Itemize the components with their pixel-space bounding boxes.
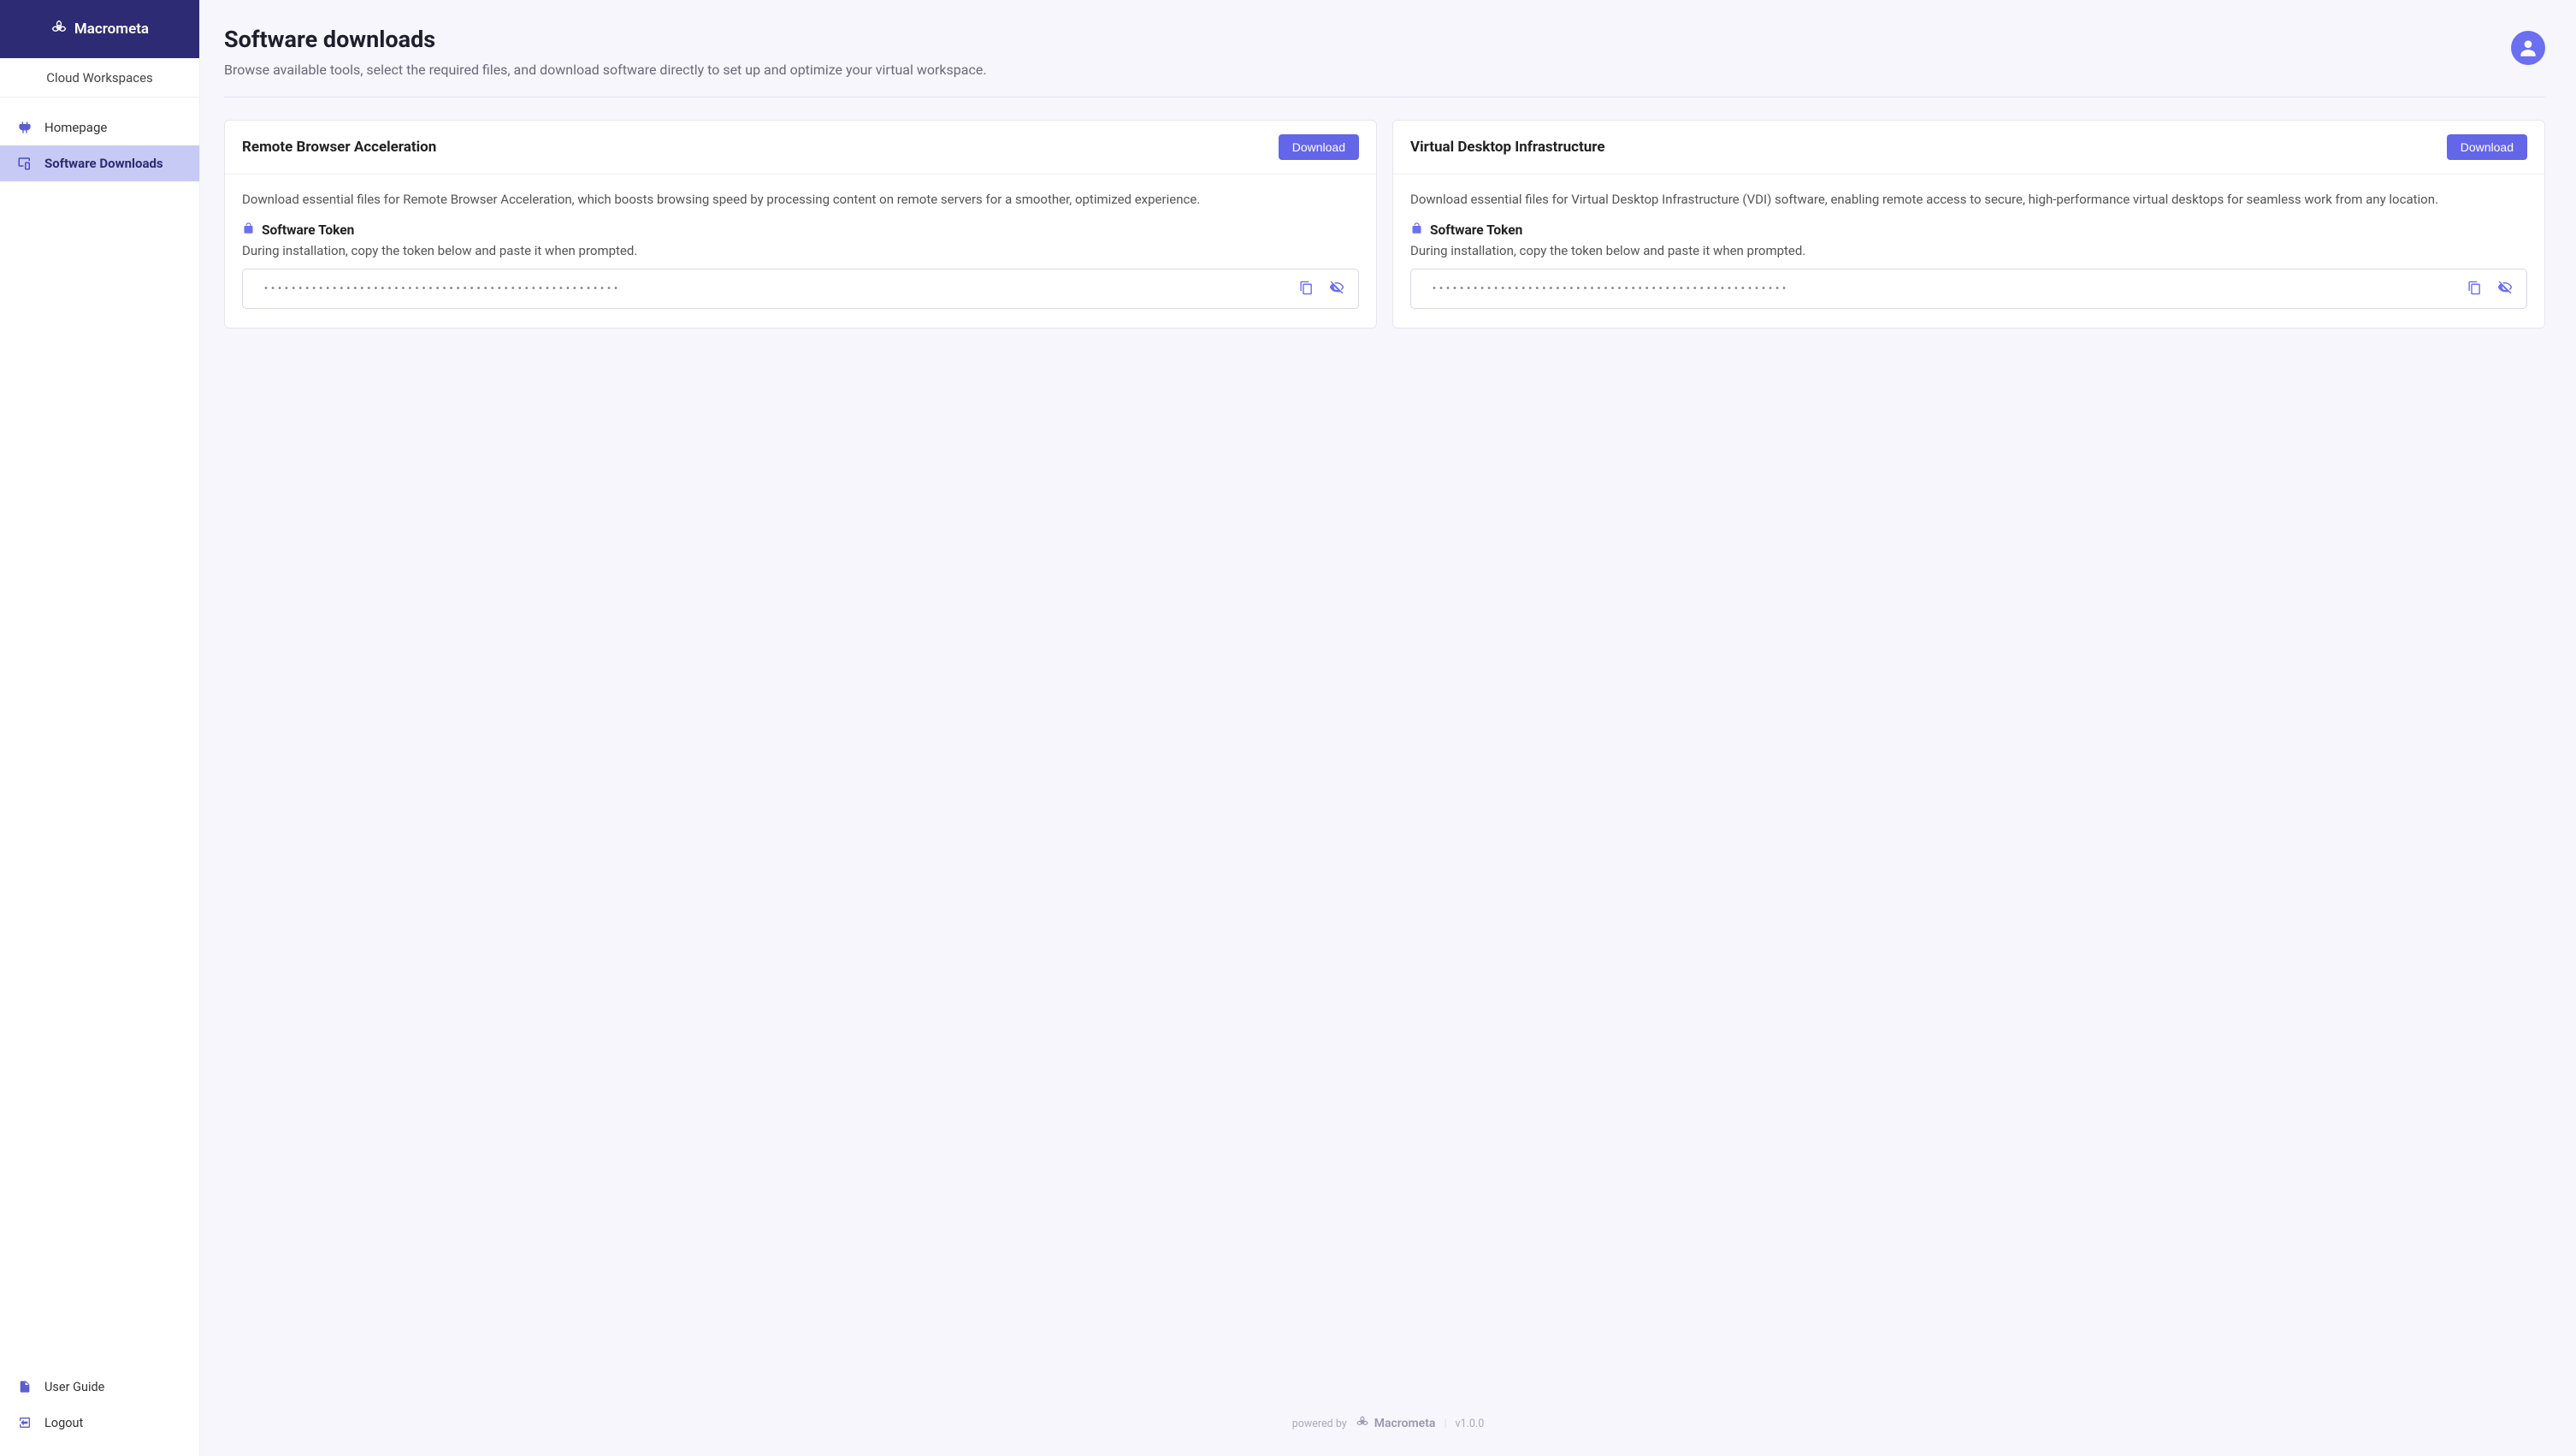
card-body: Download essential files for Virtual Des… <box>1393 175 2544 328</box>
footer-brand-name: Macrometa <box>1374 1417 1436 1430</box>
main-area: Software downloads Browse available tool… <box>200 0 2576 1456</box>
token-heading-text: Software Token <box>1430 222 1522 238</box>
token-heading: Software Token <box>242 222 1359 238</box>
workspace-label: Cloud Workspaces <box>0 58 199 98</box>
token-field: ••••••••••••••••••••••••••••••••••••••••… <box>242 269 1359 309</box>
sidebar-item-label: User Guide <box>44 1380 104 1394</box>
sidebar-item-user-guide[interactable]: User Guide <box>0 1369 199 1405</box>
download-button[interactable]: Download <box>1279 134 1359 160</box>
avatar[interactable] <box>2511 31 2545 65</box>
toggle-visibility-button[interactable] <box>1326 276 1348 301</box>
copy-token-button[interactable] <box>2464 277 2485 301</box>
card-header: Virtual Desktop Infrastructure Download <box>1393 121 2544 175</box>
content: Software downloads Browse available tool… <box>200 0 2576 1398</box>
brand-header: Macrometa <box>0 0 199 58</box>
card-virtual-desktop-infrastructure: Virtual Desktop Infrastructure Download … <box>1392 120 2545 328</box>
lock-open-icon <box>1410 222 1423 238</box>
footer-powered-by: powered by <box>1292 1418 1347 1430</box>
card-remote-browser-acceleration: Remote Browser Acceleration Download Dow… <box>224 120 1377 328</box>
page-title: Software downloads <box>224 26 987 53</box>
logout-icon <box>17 1415 32 1430</box>
sidebar-item-logout[interactable]: Logout <box>0 1405 199 1441</box>
footer-separator: | <box>1444 1418 1446 1430</box>
card-header: Remote Browser Acceleration Download <box>225 121 1376 175</box>
eye-off-icon <box>2497 280 2513 298</box>
lock-open-icon <box>242 222 255 238</box>
toggle-visibility-button[interactable] <box>2494 276 2516 301</box>
token-field: ••••••••••••••••••••••••••••••••••••••••… <box>1410 269 2527 309</box>
sidebar-nav: Homepage Software Downloads <box>0 98 199 1369</box>
token-instruction: During installation, copy the token belo… <box>1410 243 2527 258</box>
card-title: Virtual Desktop Infrastructure <box>1410 139 1605 156</box>
token-instruction: During installation, copy the token belo… <box>242 243 1359 258</box>
token-heading: Software Token <box>1410 222 2527 238</box>
book-icon <box>17 1379 32 1394</box>
user-icon <box>2517 37 2539 59</box>
devices-icon <box>17 156 32 171</box>
token-value: ••••••••••••••••••••••••••••••••••••••••… <box>1432 285 2455 293</box>
copy-icon <box>1299 281 1314 298</box>
card-description: Download essential files for Virtual Des… <box>1410 190 2527 210</box>
copy-token-button[interactable] <box>1296 277 1317 301</box>
download-button[interactable]: Download <box>2447 134 2527 160</box>
sidebar-item-homepage[interactable]: Homepage <box>0 109 199 145</box>
copy-icon <box>2467 281 2482 298</box>
brand-logo-icon <box>50 19 68 40</box>
footer: powered by Macrometa | v1.0.0 <box>200 1398 2576 1456</box>
plug-icon <box>17 120 32 135</box>
footer-version: v1.0.0 <box>1456 1418 1485 1430</box>
sidebar-item-software-downloads[interactable]: Software Downloads <box>0 145 199 181</box>
sidebar-item-label: Homepage <box>44 120 107 135</box>
page-subtitle: Browse available tools, select the requi… <box>224 62 987 78</box>
page-header: Software downloads Browse available tool… <box>224 26 2545 97</box>
eye-off-icon <box>1329 280 1344 298</box>
brand-name: Macrometa <box>74 21 149 38</box>
token-heading-text: Software Token <box>262 222 354 238</box>
cards-grid: Remote Browser Acceleration Download Dow… <box>224 120 2545 328</box>
sidebar-item-label: Logout <box>44 1416 83 1430</box>
card-description: Download essential files for Remote Brow… <box>242 190 1359 210</box>
divider <box>224 97 2545 98</box>
token-value: ••••••••••••••••••••••••••••••••••••••••… <box>263 285 1287 293</box>
card-body: Download essential files for Remote Brow… <box>225 175 1376 328</box>
brand-logo-icon <box>1356 1415 1369 1432</box>
card-title: Remote Browser Acceleration <box>242 139 436 156</box>
sidebar: Macrometa Cloud Workspaces Homepage Soft… <box>0 0 200 1456</box>
sidebar-bottom: User Guide Logout <box>0 1369 199 1456</box>
footer-brand: Macrometa <box>1356 1415 1436 1432</box>
sidebar-item-label: Software Downloads <box>44 156 163 171</box>
